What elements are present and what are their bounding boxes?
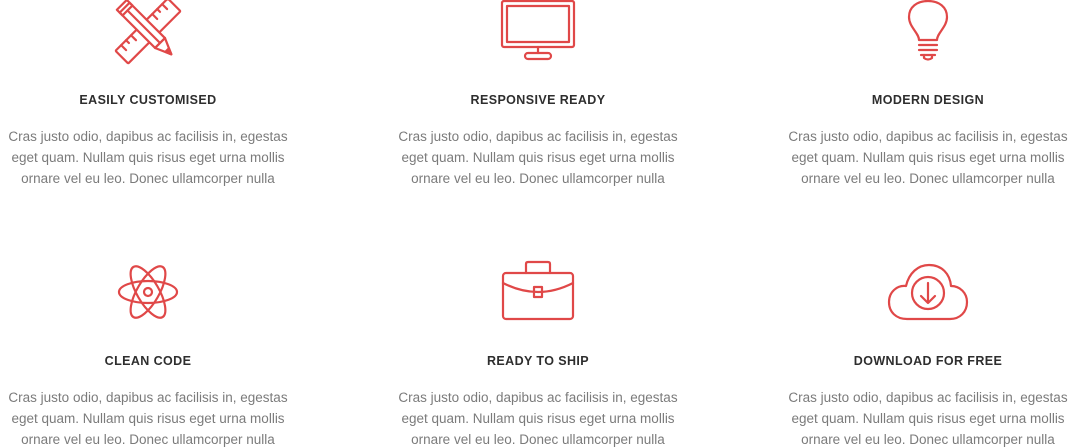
- description-line: eget quam. Nullam quis risus eget urna m…: [791, 150, 1065, 165]
- description-line: ornare vel eu leo. Donec ullamcorper nul…: [21, 171, 275, 186]
- feature-description: Cras justo odio, dapibus ac facilisis in…: [390, 126, 686, 189]
- feature-download-for-free: DOWNLOAD FOR FREE Cras justo odio, dapib…: [780, 261, 1076, 448]
- feature-easily-customised: EASILY CUSTOMISED Cras justo odio, dapib…: [0, 0, 296, 200]
- feature-title: CLEAN CODE: [104, 354, 192, 368]
- description-line: ornare vel eu leo. Donec ullamcorper nul…: [801, 432, 1055, 447]
- feature-description: Cras justo odio, dapibus ac facilisis in…: [390, 387, 686, 448]
- description-line: Cras justo odio, dapibus ac facilisis in…: [788, 390, 1068, 405]
- monitor-icon: [390, 0, 686, 62]
- description-line: ornare vel eu leo. Donec ullamcorper nul…: [411, 432, 665, 447]
- description-line: eget quam. Nullam quis risus eget urna m…: [401, 411, 675, 426]
- feature-title: MODERN DESIGN: [871, 93, 985, 107]
- description-line: Cras justo odio, dapibus ac facilisis in…: [788, 129, 1068, 144]
- feature-responsive-ready: RESPONSIVE READY Cras justo odio, dapibu…: [390, 0, 686, 200]
- description-line: eget quam. Nullam quis risus eget urna m…: [791, 411, 1065, 426]
- feature-description: Cras justo odio, dapibus ac facilisis in…: [780, 126, 1076, 189]
- feature-description: Cras justo odio, dapibus ac facilisis in…: [0, 387, 296, 448]
- description-line: ornare vel eu leo. Donec ullamcorper nul…: [801, 171, 1055, 186]
- feature-description: Cras justo odio, dapibus ac facilisis in…: [0, 126, 296, 189]
- description-line: Cras justo odio, dapibus ac facilisis in…: [398, 390, 678, 405]
- atom-icon: [0, 261, 296, 323]
- description-line: eget quam. Nullam quis risus eget urna m…: [11, 411, 285, 426]
- pencil-ruler-icon: [0, 0, 296, 65]
- feature-description: Cras justo odio, dapibus ac facilisis in…: [780, 387, 1076, 448]
- feature-ready-to-ship: READY TO SHIP Cras justo odio, dapibus a…: [390, 260, 686, 448]
- cloud-download-icon: [780, 261, 1076, 323]
- description-line: Cras justo odio, dapibus ac facilisis in…: [8, 129, 288, 144]
- description-line: eget quam. Nullam quis risus eget urna m…: [401, 150, 675, 165]
- description-line: Cras justo odio, dapibus ac facilisis in…: [8, 390, 288, 405]
- lightbulb-icon: [780, 0, 1076, 62]
- description-line: Cras justo odio, dapibus ac facilisis in…: [398, 129, 678, 144]
- features-grid: EASILY CUSTOMISED Cras justo odio, dapib…: [0, 0, 1076, 448]
- description-line: ornare vel eu leo. Donec ullamcorper nul…: [411, 171, 665, 186]
- feature-title: RESPONSIVE READY: [470, 93, 606, 107]
- feature-modern-design: MODERN DESIGN Cras justo odio, dapibus a…: [780, 0, 1076, 200]
- description-line: eget quam. Nullam quis risus eget urna m…: [11, 150, 285, 165]
- briefcase-icon: [390, 260, 686, 323]
- feature-title: DOWNLOAD FOR FREE: [853, 354, 1003, 368]
- feature-title: EASILY CUSTOMISED: [79, 93, 217, 107]
- feature-clean-code: CLEAN CODE Cras justo odio, dapibus ac f…: [0, 261, 296, 448]
- feature-title: READY TO SHIP: [487, 354, 589, 368]
- description-line: ornare vel eu leo. Donec ullamcorper nul…: [21, 432, 275, 447]
